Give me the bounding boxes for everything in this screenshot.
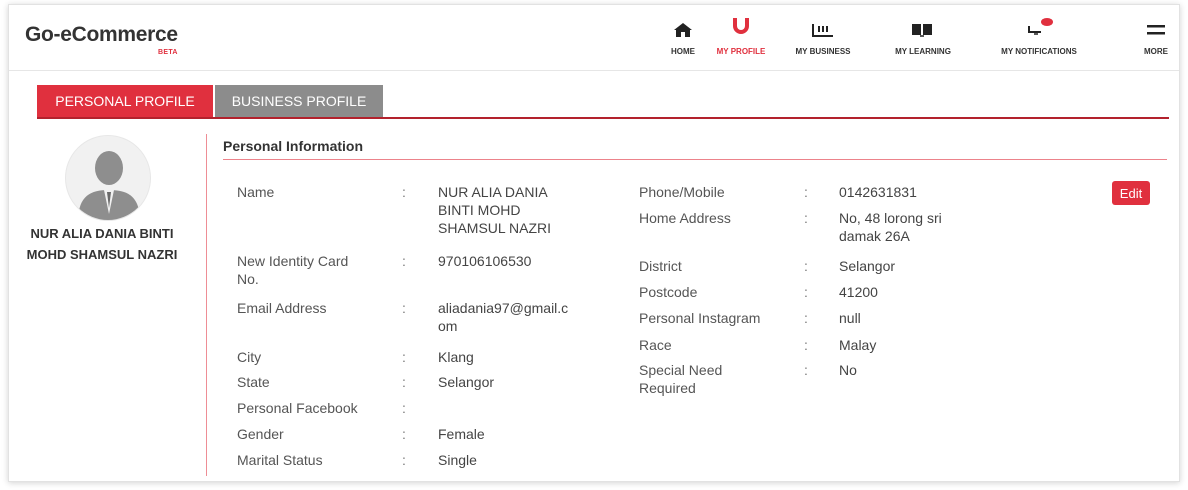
field-name-label: Name [237,184,275,200]
field-special-need-label-line: Required [639,380,696,396]
field-special-need-value: No [839,362,857,378]
field-colon: : [804,210,808,226]
nav-my-business-label: MY BUSINESS [795,47,851,56]
field-colon: : [804,284,808,300]
field-postcode-label: Postcode [639,284,698,300]
field-colon: : [402,426,406,442]
field-colon: : [402,374,406,390]
nav-home[interactable]: HOME [665,5,701,71]
field-ic-value: 970106106530 [438,253,532,269]
field-name-value: NUR ALIA DANIA BINTI MOHD SHAMSUL NAZRI [438,183,551,237]
field-colon: : [402,184,406,200]
business-icon [812,21,834,39]
field-phone-value: 0142631831 [839,184,917,200]
field-address-label: Home Address [639,210,731,226]
field-name-value-line: SHAMSUL NAZRI [438,220,552,236]
tab-business-profile[interactable]: BUSINESS PROFILE [215,85,383,117]
field-email-value-line: aliadania97@gmail.c [438,300,569,316]
field-colon: : [804,258,808,274]
field-ic-label-line: No. [237,271,259,287]
field-marital-value: Single [438,452,477,468]
nav-more-label: MORE [1144,47,1168,56]
field-email-value-line: om [438,318,458,334]
field-postcode-value: 41200 [839,284,878,300]
edit-button[interactable]: Edit [1112,181,1150,205]
beta-badge: BETA [158,49,178,56]
field-ic-label: New Identity Card No. [237,252,348,288]
column-divider [206,134,207,476]
hamburger-icon [1147,21,1165,39]
field-colon: : [402,300,406,316]
field-name-value-line: BINTI MOHD [438,202,521,218]
profile-name-line2: MOHD SHAMSUL NAZRI [26,247,178,262]
section-divider [223,159,1167,160]
field-colon: : [804,310,808,326]
nav-my-profile-label: MY PROFILE [716,47,766,56]
profile-name-line1: NUR ALIA DANIA BINTI [30,226,174,241]
field-race-label: Race [639,337,672,353]
field-instagram-value: null [839,310,861,326]
nav-my-business[interactable]: MY BUSINESS [796,5,850,71]
field-gender-value: Female [438,426,485,442]
nav-my-learning[interactable]: MY LEARNING [895,5,951,71]
nav-my-profile[interactable]: MY PROFILE [717,5,765,71]
tab-personal-profile[interactable]: PERSONAL PROFILE [37,85,213,117]
section-title: Personal Information [223,138,364,154]
field-name-value-line: NUR ALIA DANIA [438,184,548,200]
field-address-value-line: No, 48 lorong sri [839,210,942,226]
field-special-need-label: Special Need Required [639,361,722,397]
field-special-need-label-line: Special Need [639,362,723,378]
field-state-label: State [237,374,270,390]
field-colon: : [402,452,406,468]
bell-icon [1027,17,1053,35]
field-colon: : [402,253,406,269]
field-district-label: District [639,258,682,274]
nav-more[interactable]: MORE [1141,5,1171,71]
field-state-value: Selangor [438,374,495,390]
field-address-value-line: damak 26A [839,228,910,244]
brand-logo[interactable]: Go-eCommerce BETA [25,23,178,56]
field-colon: : [402,349,406,365]
field-city-label: City [237,349,262,365]
field-ic-label-line: New Identity Card [237,253,349,269]
avatar [65,135,151,221]
field-race-value: Malay [839,337,877,353]
field-facebook-label: Personal Facebook [237,400,358,416]
field-colon: : [402,400,406,416]
profile-display-name: NUR ALIA DANIA BINTI MOHD SHAMSUL NAZRI [9,223,195,265]
field-district-value: Selangor [839,258,896,274]
field-city-value: Klang [438,349,474,365]
field-address-value: No, 48 lorong sri damak 26A [839,209,942,245]
nav-home-label: HOME [671,47,695,56]
nav-my-learning-label: MY LEARNING [895,47,951,56]
nav-my-notifications[interactable]: MY NOTIFICATIONS [1001,5,1077,71]
brand-name: Go-eCommerce [25,23,178,46]
field-colon: : [804,337,808,353]
profile-icon [731,17,751,35]
nav-my-notifications-label: MY NOTIFICATIONS [1001,47,1077,56]
user-silhouette-icon [78,151,140,220]
field-marital-label: Marital Status [237,452,323,468]
app-window: Go-eCommerce BETA HOME MY PROFILE MY BUS… [8,4,1180,482]
field-instagram-label: Personal Instagram [639,310,761,326]
top-header: Go-eCommerce BETA HOME MY PROFILE MY BUS… [9,5,1179,71]
field-email-value: aliadania97@gmail.c om [438,299,568,335]
field-gender-label: Gender [237,426,284,442]
tab-underline [37,117,1169,119]
field-colon: : [804,184,808,200]
home-icon [673,21,693,39]
field-phone-label: Phone/Mobile [639,184,725,200]
field-email-label: Email Address [237,300,327,316]
field-colon: : [804,362,808,378]
book-icon [911,21,933,39]
